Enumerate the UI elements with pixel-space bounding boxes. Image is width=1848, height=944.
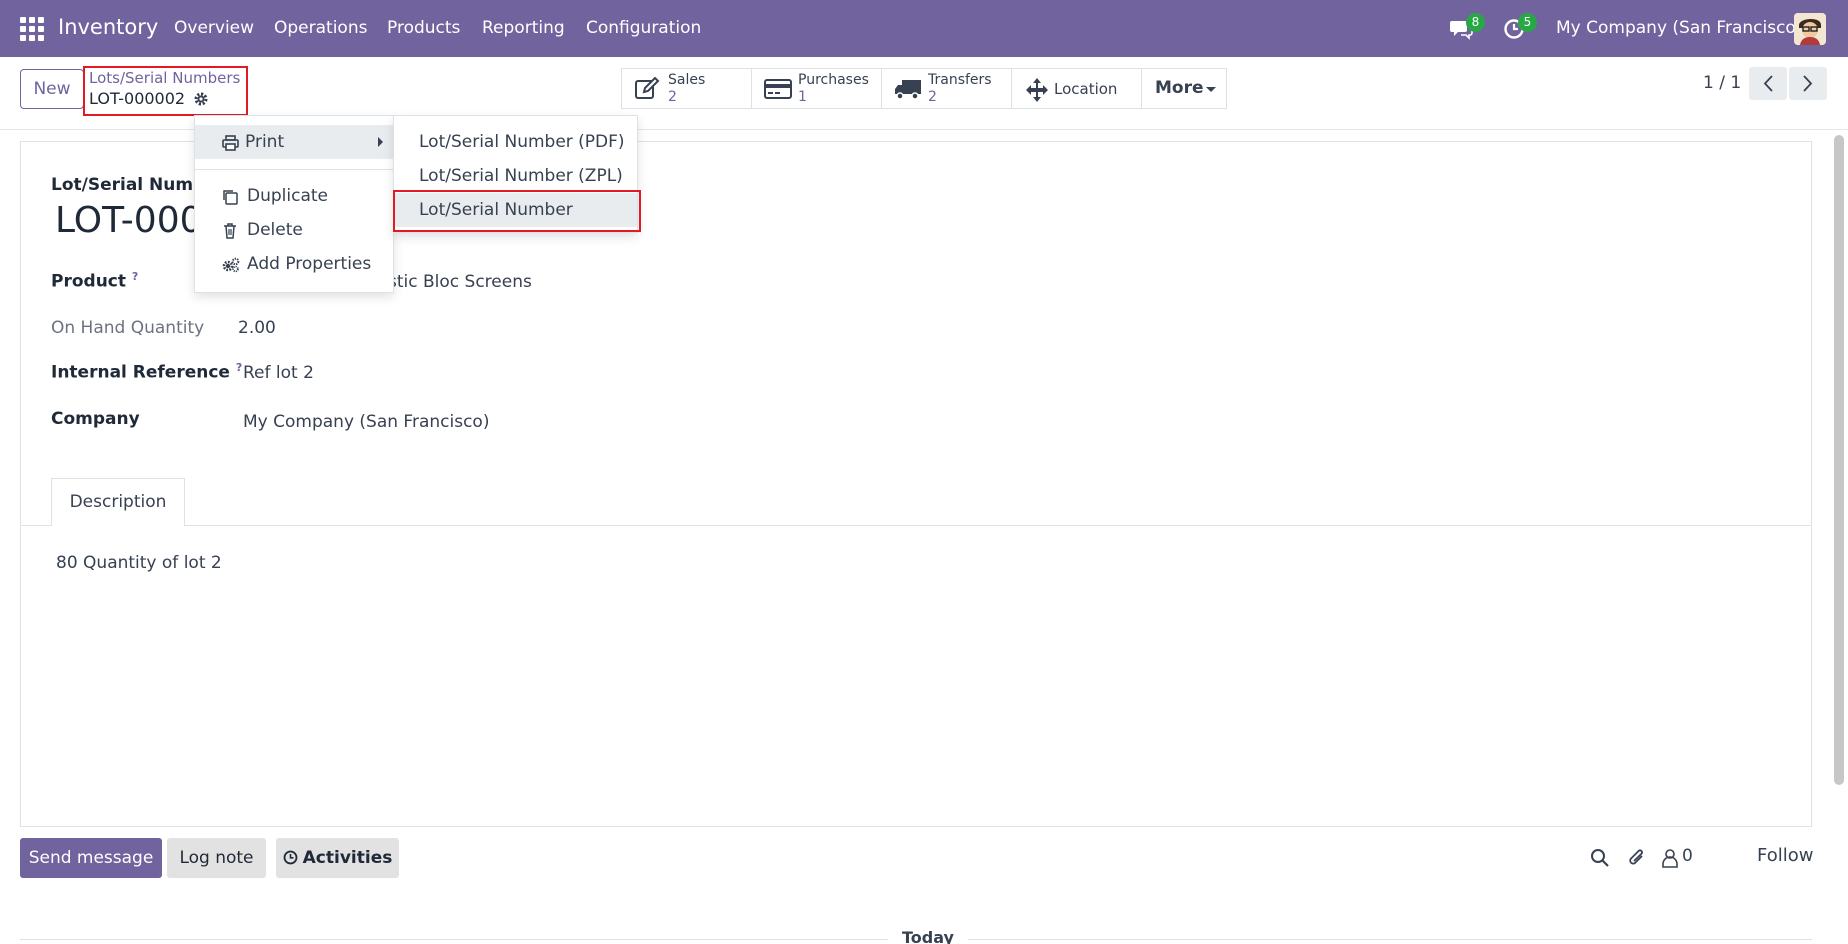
cogs-icon: [222, 257, 240, 273]
smart-button-transfers[interactable]: Transfers 2: [881, 68, 1012, 109]
purchases-label: Purchases: [798, 72, 869, 88]
caret-right-icon: [378, 137, 383, 147]
transfers-count: 2: [928, 89, 937, 105]
sales-label: Sales: [668, 72, 706, 88]
location-label: Location: [1054, 80, 1118, 98]
internal-reference-field[interactable]: Ref lot 2: [243, 363, 314, 383]
activities-badge: 5: [1518, 13, 1537, 32]
truck-icon: [894, 77, 921, 101]
paperclip-icon[interactable]: [1627, 847, 1647, 869]
user-avatar[interactable]: [1794, 13, 1826, 45]
messages-badge: 8: [1466, 13, 1485, 32]
breadcrumb-current: LOT-000002: [89, 89, 186, 108]
smart-button-purchases[interactable]: Purchases 1: [751, 68, 882, 109]
company-label: Company: [51, 409, 140, 429]
product-field[interactable]: stic Bloc Screens: [388, 272, 532, 292]
smart-button-location[interactable]: Location: [1011, 68, 1142, 109]
menu-item-print[interactable]: Print: [195, 125, 393, 159]
copy-icon: [222, 189, 238, 205]
clock-icon: [283, 840, 298, 880]
today-label: Today: [888, 928, 968, 944]
tab-divider: [20, 525, 1812, 526]
company-switcher[interactable]: My Company (San Francisco): [1556, 18, 1802, 38]
purchases-count: 1: [798, 89, 807, 105]
credit-card-icon: [764, 77, 792, 101]
menu-configuration[interactable]: Configuration: [586, 18, 701, 38]
print-lot-pdf-label: Lot/Serial Number (PDF): [419, 132, 625, 152]
scrollbar[interactable]: [1834, 135, 1844, 785]
top-navbar: Inventory Overview Operations Products R…: [0, 0, 1848, 57]
internal-reference-label-text: Internal Reference: [51, 362, 230, 383]
apps-menu-icon[interactable]: [20, 17, 44, 41]
follow-button[interactable]: Follow: [1757, 845, 1813, 866]
printer-icon: [222, 135, 239, 151]
log-note-button[interactable]: Log note: [167, 838, 266, 878]
smart-button-sales[interactable]: Sales 2: [621, 68, 752, 109]
duplicate-label: Duplicate: [247, 186, 328, 206]
activities-button[interactable]: Activities: [276, 838, 399, 878]
send-message-button[interactable]: Send message: [20, 838, 162, 878]
menu-item-add-properties[interactable]: Add Properties: [195, 247, 393, 281]
pager-next-button[interactable]: [1789, 67, 1827, 100]
tab-description[interactable]: Description: [51, 478, 185, 526]
internal-reference-label: Internal Reference ?: [51, 361, 242, 383]
lot-field-label: Lot/Serial Numbe: [51, 175, 217, 195]
print-label: Print: [245, 132, 285, 152]
more-label: More: [1155, 78, 1204, 98]
menu-operations[interactable]: Operations: [274, 18, 367, 38]
app-name[interactable]: Inventory: [58, 15, 158, 39]
add-properties-label: Add Properties: [247, 254, 372, 274]
search-icon[interactable]: [1590, 848, 1610, 868]
menu-item-delete[interactable]: Delete: [195, 213, 393, 247]
breadcrumb-parent-link[interactable]: Lots/Serial Numbers: [89, 69, 240, 87]
menu-overview[interactable]: Overview: [174, 18, 254, 38]
menu-reporting[interactable]: Reporting: [482, 18, 565, 38]
caret-down-icon: [1206, 87, 1216, 92]
print-lot-zpl-label: Lot/Serial Number (ZPL): [419, 166, 623, 186]
edit-icon: [634, 76, 660, 101]
trash-icon: [222, 223, 238, 239]
help-tooltip-icon[interactable]: ?: [132, 270, 138, 283]
more-dropdown-button[interactable]: More: [1141, 68, 1227, 109]
gear-icon[interactable]: [193, 91, 209, 107]
print-lot-zpl[interactable]: Lot/Serial Number (ZPL): [394, 159, 637, 193]
on-hand-quantity-value: 2.00: [238, 318, 276, 338]
new-button[interactable]: New: [20, 69, 84, 109]
menu-item-duplicate[interactable]: Duplicate: [195, 179, 393, 213]
sales-count: 2: [668, 89, 677, 105]
help-tooltip-icon[interactable]: ?: [236, 361, 242, 374]
pager-previous-button[interactable]: [1749, 67, 1787, 100]
user-icon[interactable]: [1662, 848, 1678, 868]
menu-products[interactable]: Products: [387, 18, 460, 38]
delete-label: Delete: [247, 220, 303, 240]
menu-divider: [195, 169, 393, 170]
pager-value[interactable]: 1 / 1: [1703, 73, 1741, 93]
company-field[interactable]: My Company (San Francisco): [243, 412, 489, 432]
activities-label: Activities: [302, 848, 393, 868]
arrows-move-icon: [1024, 77, 1050, 102]
action-menu: Print Duplicate Delete Add Properties: [194, 115, 394, 293]
product-label-text: Product: [51, 271, 126, 292]
transfers-label: Transfers: [928, 72, 992, 88]
on-hand-quantity-label: On Hand Quantity: [51, 318, 205, 338]
followers-count[interactable]: 0: [1682, 846, 1693, 866]
description-text[interactable]: 80 Quantity of lot 2: [56, 553, 222, 573]
product-label: Product ?: [51, 270, 138, 292]
print-lot-pdf[interactable]: Lot/Serial Number (PDF): [394, 125, 637, 159]
submenu-item-highlight: [393, 190, 641, 232]
